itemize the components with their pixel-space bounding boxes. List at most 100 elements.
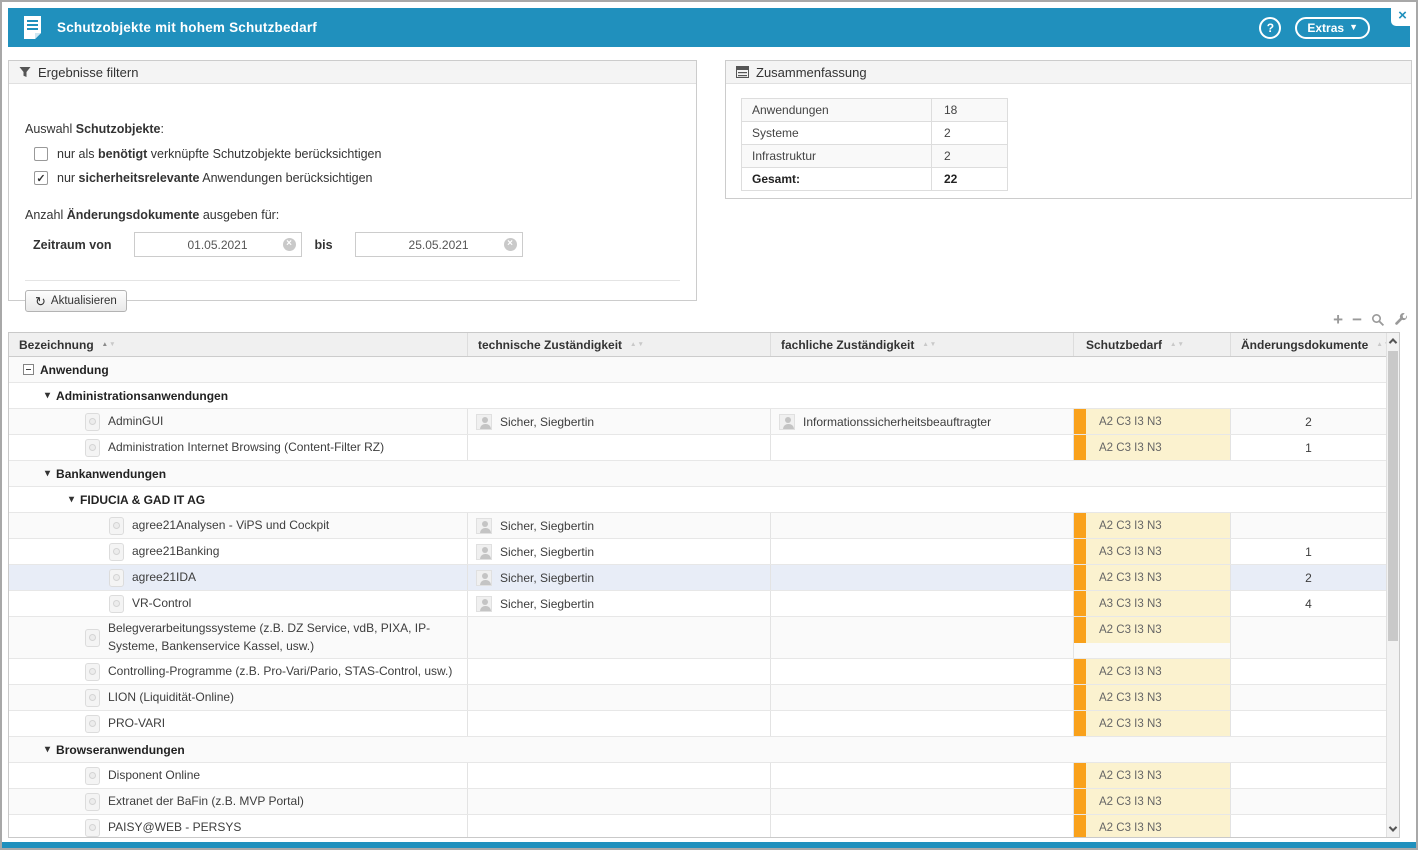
person-icon — [779, 414, 795, 430]
schutzbedarf-badge: A2 C3 I3 N3 — [1074, 789, 1230, 814]
column-header-aenderungsdokumente[interactable]: Änderungsdokumente ▲▼ — [1231, 333, 1386, 356]
table-row[interactable]: LION (Liquidität-Online)A2 C3 I3 N3 — [9, 685, 1386, 711]
summary-panel: Zusammenfassung Anwendungen 18 Systeme 2… — [725, 60, 1412, 199]
column-header-bezeichnung[interactable]: Bezeichnung ▲▼ — [9, 333, 468, 356]
schutzbedarf-level-bar — [1074, 435, 1086, 460]
item-label: Controlling-Programme (z.B. Pro-Vari/Par… — [108, 663, 452, 680]
table-row[interactable]: PAISY@WEB - PERSYSA2 C3 I3 N3 — [9, 815, 1386, 837]
summary-label: Systeme — [742, 122, 932, 144]
clear-date-icon[interactable]: × — [504, 238, 517, 251]
item-label: Belegverarbeitungssysteme (z.B. DZ Servi… — [108, 620, 457, 655]
cell-technische-zustaendigkeit — [468, 789, 771, 814]
column-header-fachliche-zustaendigkeit[interactable]: fachliche Zuständigkeit ▲▼ — [771, 333, 1074, 356]
table-group-row[interactable]: ▾Bankanwendungen — [9, 461, 1386, 487]
close-button[interactable]: × — [1391, 4, 1414, 26]
table-group-row[interactable]: ▾FIDUCIA & GAD IT AG — [9, 487, 1386, 513]
table-row[interactable]: AdminGUISicher, SiegbertinInformationssi… — [9, 409, 1386, 435]
grid-toolbar: + − — [1333, 311, 1408, 328]
table-row[interactable]: Belegverarbeitungssysteme (z.B. DZ Servi… — [9, 617, 1386, 659]
cell-aenderungsdokumente — [1231, 659, 1386, 684]
checkbox-sicherheitsrelevant[interactable]: ✓ — [34, 171, 48, 185]
column-header-schutzbedarf[interactable]: Schutzbedarf ▲▼ — [1074, 333, 1231, 356]
application-icon — [85, 793, 100, 811]
table-group-row[interactable]: ▾Browseranwendungen — [9, 737, 1386, 763]
docs-count: 1 — [1305, 441, 1312, 455]
caret-down-icon[interactable]: ▾ — [45, 469, 50, 479]
filter-panel: Ergebnisse filtern Auswahl Schutzobjekte… — [8, 60, 697, 301]
refresh-button[interactable]: ↻ Aktualisieren — [25, 290, 127, 312]
grid-main: Bezeichnung ▲▼ technische Zuständigkeit … — [9, 333, 1386, 837]
column-label: fachliche Zuständigkeit — [781, 338, 914, 352]
help-button[interactable]: ? — [1259, 17, 1281, 39]
item-label: agree21Banking — [132, 543, 219, 560]
table-row[interactable]: agree21BankingSicher, SiegbertinA3 C3 I3… — [9, 539, 1386, 565]
table-row[interactable]: Administration Internet Browsing (Conten… — [9, 435, 1386, 461]
collapse-minus-icon[interactable] — [23, 364, 34, 375]
column-header-technische-zustaendigkeit[interactable]: technische Zuständigkeit ▲▼ — [468, 333, 771, 356]
schutzbedarf-level-bar — [1074, 659, 1086, 684]
schutzbedarf-badge: A2 C3 I3 N3 — [1074, 659, 1230, 684]
application-icon — [85, 629, 100, 647]
checkbox-row-benoetigt: nur als benötigt verknüpfte Schutzobjekt… — [34, 147, 381, 161]
table-group-row[interactable]: Anwendung — [9, 357, 1386, 383]
summary-total-value: 22 — [932, 168, 1007, 190]
caret-down-icon[interactable]: ▾ — [45, 391, 50, 401]
scrollbar-thumb[interactable] — [1388, 351, 1398, 641]
date-from-input[interactable]: 01.05.2021 × — [134, 232, 302, 257]
schutzbedarf-value: A2 C3 I3 N3 — [1086, 711, 1230, 736]
table-row[interactable]: PRO-VARIA2 C3 I3 N3 — [9, 711, 1386, 737]
table-row[interactable]: Controlling-Programme (z.B. Pro-Vari/Par… — [9, 659, 1386, 685]
scroll-down-button[interactable] — [1387, 821, 1399, 837]
schutzbedarf-value: A2 C3 I3 N3 — [1086, 763, 1230, 788]
zoom-in-icon[interactable]: + — [1333, 311, 1343, 328]
cell-bezeichnung: VR-Control — [9, 591, 468, 616]
table-row[interactable]: Disponent Online A2 C3 I3 N3 — [9, 763, 1386, 789]
cell-schutzbedarf: A2 C3 I3 N3 — [1074, 513, 1231, 538]
table-row[interactable]: VR-ControlSicher, SiegbertinA3 C3 I3 N34 — [9, 591, 1386, 617]
sort-desc-icon: ▼ — [109, 341, 115, 348]
checkbox-row-sicherheitsrelevant: ✓ nur sicherheitsrelevante Anwendungen b… — [34, 171, 373, 185]
scroll-up-button[interactable] — [1387, 333, 1399, 349]
docs-count: 1 — [1305, 545, 1312, 559]
grid-body: Anwendung▾AdministrationsanwendungenAdmi… — [9, 357, 1386, 837]
table-row[interactable]: agree21IDASicher, SiegbertinA2 C3 I3 N32 — [9, 565, 1386, 591]
cell-schutzbedarf: A2 C3 I3 N3 — [1074, 659, 1231, 684]
cell-aenderungsdokumente — [1231, 513, 1386, 538]
cell-technische-zustaendigkeit — [468, 685, 771, 710]
selection-label: Auswahl Schutzobjekte: — [25, 122, 164, 136]
person-icon — [476, 544, 492, 560]
caret-down-icon[interactable]: ▾ — [45, 745, 50, 755]
caret-down-icon[interactable]: ▾ — [69, 495, 74, 505]
cell-aenderungsdokumente: 1 — [1231, 539, 1386, 564]
clear-date-icon[interactable]: × — [283, 238, 296, 251]
sort-desc-icon: ▼ — [637, 341, 643, 348]
item-label: Disponent Online — [108, 767, 200, 784]
cell-schutzbedarf: A3 C3 I3 N3 — [1074, 591, 1231, 616]
zoom-out-icon[interactable]: − — [1352, 311, 1362, 328]
summary-value: 18 — [932, 99, 1007, 121]
table-group-row[interactable]: ▾Administrationsanwendungen — [9, 383, 1386, 409]
magnifier-icon[interactable] — [1371, 313, 1385, 327]
schutzbedarf-badge: A2 C3 I3 N3 — [1074, 409, 1230, 434]
vertical-scrollbar[interactable] — [1386, 333, 1399, 837]
cell-technische-zustaendigkeit: Sicher, Siegbertin — [468, 565, 771, 590]
schutzbedarf-level-bar — [1074, 409, 1086, 434]
extras-button[interactable]: Extras ▼ — [1295, 17, 1370, 39]
table-row[interactable]: agree21Analysen - ViPS und CockpitSicher… — [9, 513, 1386, 539]
date-from-label: Zeitraum von — [33, 238, 112, 252]
column-label: technische Zuständigkeit — [478, 338, 622, 352]
date-to-input[interactable]: 25.05.2021 × — [355, 232, 523, 257]
column-label: Schutzbedarf — [1086, 338, 1162, 352]
wrench-icon[interactable] — [1394, 313, 1408, 327]
cell-bezeichnung: agree21IDA — [9, 565, 468, 590]
sort-icons: ▲▼ — [630, 341, 644, 348]
schutzbedarf-value: A2 C3 I3 N3 — [1086, 435, 1230, 460]
cell-schutzbedarf: A2 C3 I3 N3 — [1074, 409, 1231, 434]
person-name: Sicher, Siegbertin — [500, 571, 594, 585]
cell-fachliche-zustaendigkeit — [771, 539, 1074, 564]
checkbox-benoetigt[interactable] — [34, 147, 48, 161]
table-row[interactable]: Extranet der BaFin (z.B. MVP Portal)A2 C… — [9, 789, 1386, 815]
application-icon — [85, 767, 100, 785]
person-icon — [476, 596, 492, 612]
cell-schutzbedarf: A2 C3 I3 N3 — [1074, 763, 1231, 788]
